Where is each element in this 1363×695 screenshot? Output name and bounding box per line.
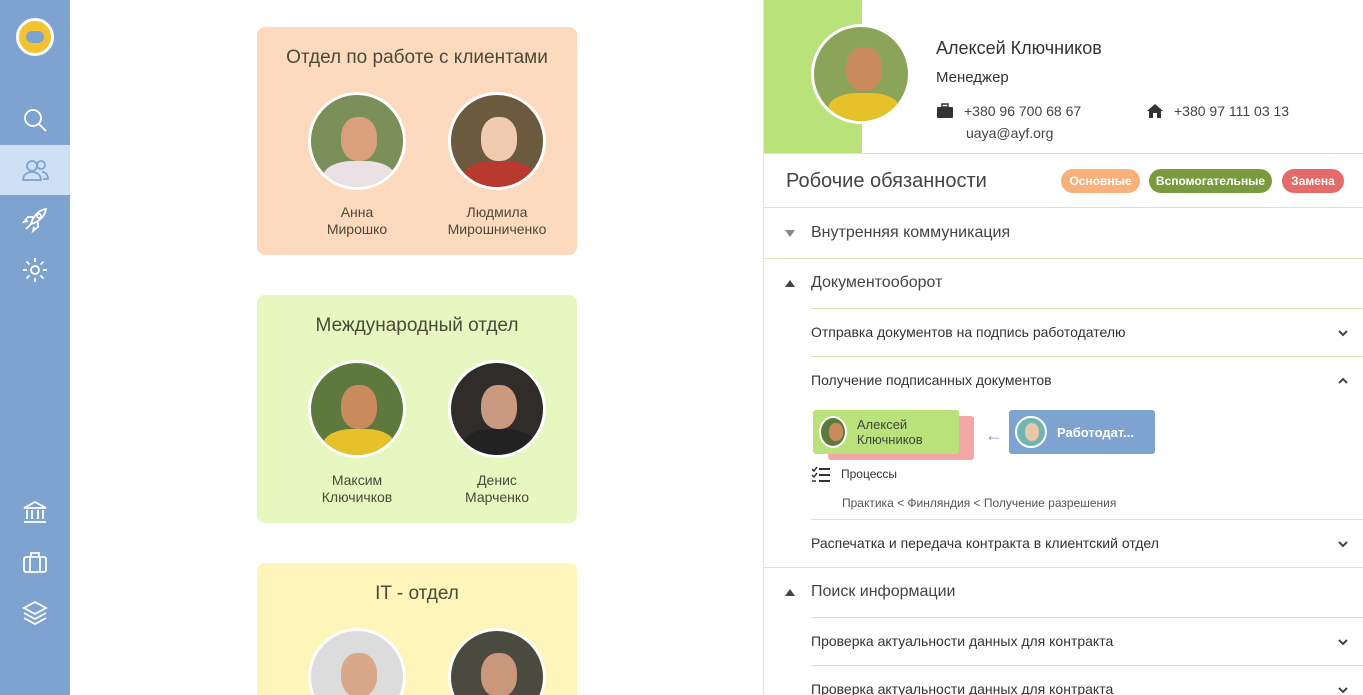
rocket-icon xyxy=(21,207,48,234)
caret-up-icon xyxy=(785,588,795,596)
member-name: Денис Марченко xyxy=(465,472,529,505)
section-internal-communication[interactable]: Внутренняя коммуникация xyxy=(764,208,1363,258)
task-label: Распечатка и передача контракта в клиент… xyxy=(811,535,1159,551)
processes[interactable]: Процессы xyxy=(811,466,897,482)
sidebar-item-rocket[interactable] xyxy=(0,195,70,245)
email[interactable]: uaya@ayf.org xyxy=(966,125,1053,141)
section-label: Поиск информации xyxy=(811,583,956,600)
home-icon xyxy=(1147,104,1163,118)
gear-icon xyxy=(23,258,47,282)
home-phone: +380 97 111 03 13 xyxy=(1146,103,1289,119)
chevron-down-icon[interactable] xyxy=(1337,635,1349,647)
chevron-up-icon[interactable] xyxy=(1337,374,1349,386)
arrow-left-icon: ← xyxy=(985,425,1003,445)
profile-role: Менеджер xyxy=(936,69,1009,86)
sidebar-item-briefcase[interactable] xyxy=(0,537,70,587)
department-card-clients: Отдел по работе с клиентами Анна Мирошко … xyxy=(257,27,577,255)
department-card-international: Международный отдел Максим Ключичков Дени… xyxy=(257,295,577,523)
process-path: Практика < Финляндия < Получение разреше… xyxy=(842,496,1117,510)
profile-name: Алексей Ключников xyxy=(936,38,1102,58)
sidebar-item-users[interactable] xyxy=(0,145,70,195)
chevron-down-icon[interactable] xyxy=(1337,537,1349,549)
caret-up-icon xyxy=(785,279,795,287)
department-title: IT - отдел xyxy=(375,583,459,604)
bank-icon xyxy=(23,500,47,523)
profile-photo xyxy=(811,24,911,124)
sidebar-item-bank[interactable] xyxy=(0,487,70,537)
sidebar-item-layers[interactable] xyxy=(0,587,70,637)
task-label: Получение подписанных документов xyxy=(811,372,1052,388)
avatar xyxy=(1015,416,1047,448)
task-row[interactable]: Распечатка и передача контракта в клиент… xyxy=(811,519,1363,567)
member-name: Анна Мирошко xyxy=(326,204,388,237)
task-row[interactable]: Проверка актуальности данных для контрак… xyxy=(811,665,1363,695)
avatar xyxy=(448,628,546,695)
work-phone-value: +380 96 700 68 67 xyxy=(964,103,1082,119)
department-title: Отдел по работе с клиентами xyxy=(286,47,548,68)
caret-down-icon xyxy=(785,229,795,237)
member-card[interactable]: Денис Марченко xyxy=(427,360,567,506)
member-card[interactable] xyxy=(427,628,567,695)
sidebar-item-search[interactable] xyxy=(0,95,70,145)
section-label: Внутренняя коммуникация xyxy=(811,224,1011,241)
member-card[interactable] xyxy=(287,628,427,695)
member-card[interactable]: Людмила Мирошниченко xyxy=(427,92,567,238)
avatar xyxy=(308,92,406,190)
home-phone-value: +380 97 111 03 13 xyxy=(1174,103,1290,119)
avatar xyxy=(819,416,847,448)
member-name: Максим Ключичков xyxy=(321,472,393,505)
sidebar-item-settings[interactable] xyxy=(0,245,70,295)
processes-label: Процессы xyxy=(841,467,898,481)
section-information-search[interactable]: Поиск информации xyxy=(764,567,1363,617)
profile-panel: Алексей Ключников Менеджер +380 96 700 6… xyxy=(763,0,1363,695)
app: Отдел по работе с клиентами Анна Мирошко … xyxy=(0,0,1363,695)
chevron-down-icon[interactable] xyxy=(1337,683,1349,695)
task-label: Отправка документов на подпись работодат… xyxy=(811,324,1126,340)
search-icon xyxy=(24,109,47,132)
flow-from-label: Алексей Ключников xyxy=(856,417,923,447)
member-name: Людмила Мирошниченко xyxy=(447,204,547,237)
badge-primary[interactable]: Основные xyxy=(1061,169,1140,193)
badge-secondary[interactable]: Вспомогательные xyxy=(1149,169,1272,193)
avatar xyxy=(308,360,406,458)
chevron-down-icon[interactable] xyxy=(1337,326,1349,338)
briefcase-icon xyxy=(23,552,47,573)
badge-replacement[interactable]: Замена xyxy=(1282,169,1344,193)
flow-to-label: Работодат... xyxy=(1057,424,1134,440)
member-card[interactable]: Анна Мирошко xyxy=(287,92,427,238)
app-logo[interactable] xyxy=(16,18,54,56)
sidebar xyxy=(0,0,70,695)
section-document-flow[interactable]: Документооборот xyxy=(764,258,1363,308)
member-card[interactable]: Максим Ключичков xyxy=(287,360,427,506)
flow-to-box[interactable]: Работодат... xyxy=(1009,410,1155,454)
briefcase-icon xyxy=(937,103,953,118)
task-row[interactable]: Отправка документов на подпись работодат… xyxy=(811,308,1363,356)
avatar xyxy=(308,628,406,695)
flow-from-box[interactable]: Алексей Ключников xyxy=(813,410,959,454)
task-label: Проверка актуальности данных для контрак… xyxy=(811,633,1114,649)
layers-icon xyxy=(22,600,48,626)
avatar xyxy=(448,92,546,190)
section-label: Документооборот xyxy=(811,274,943,291)
checklist-icon xyxy=(811,466,830,482)
task-row[interactable]: Проверка актуальности данных для контрак… xyxy=(811,617,1363,665)
department-title: Международный отдел xyxy=(315,315,519,336)
department-card-it: IT - отдел xyxy=(257,563,577,695)
users-icon xyxy=(22,160,49,181)
work-phone: +380 96 700 68 67 xyxy=(936,103,1081,119)
task-label: Проверка актуальности данных для контрак… xyxy=(811,681,1114,695)
avatar xyxy=(448,360,546,458)
chat-bubble-icon xyxy=(26,31,44,43)
duties-title: Робочие обязанности xyxy=(786,170,987,192)
divider xyxy=(764,153,1363,154)
task-row-expanded[interactable]: Получение подписанных документов xyxy=(811,356,1363,404)
